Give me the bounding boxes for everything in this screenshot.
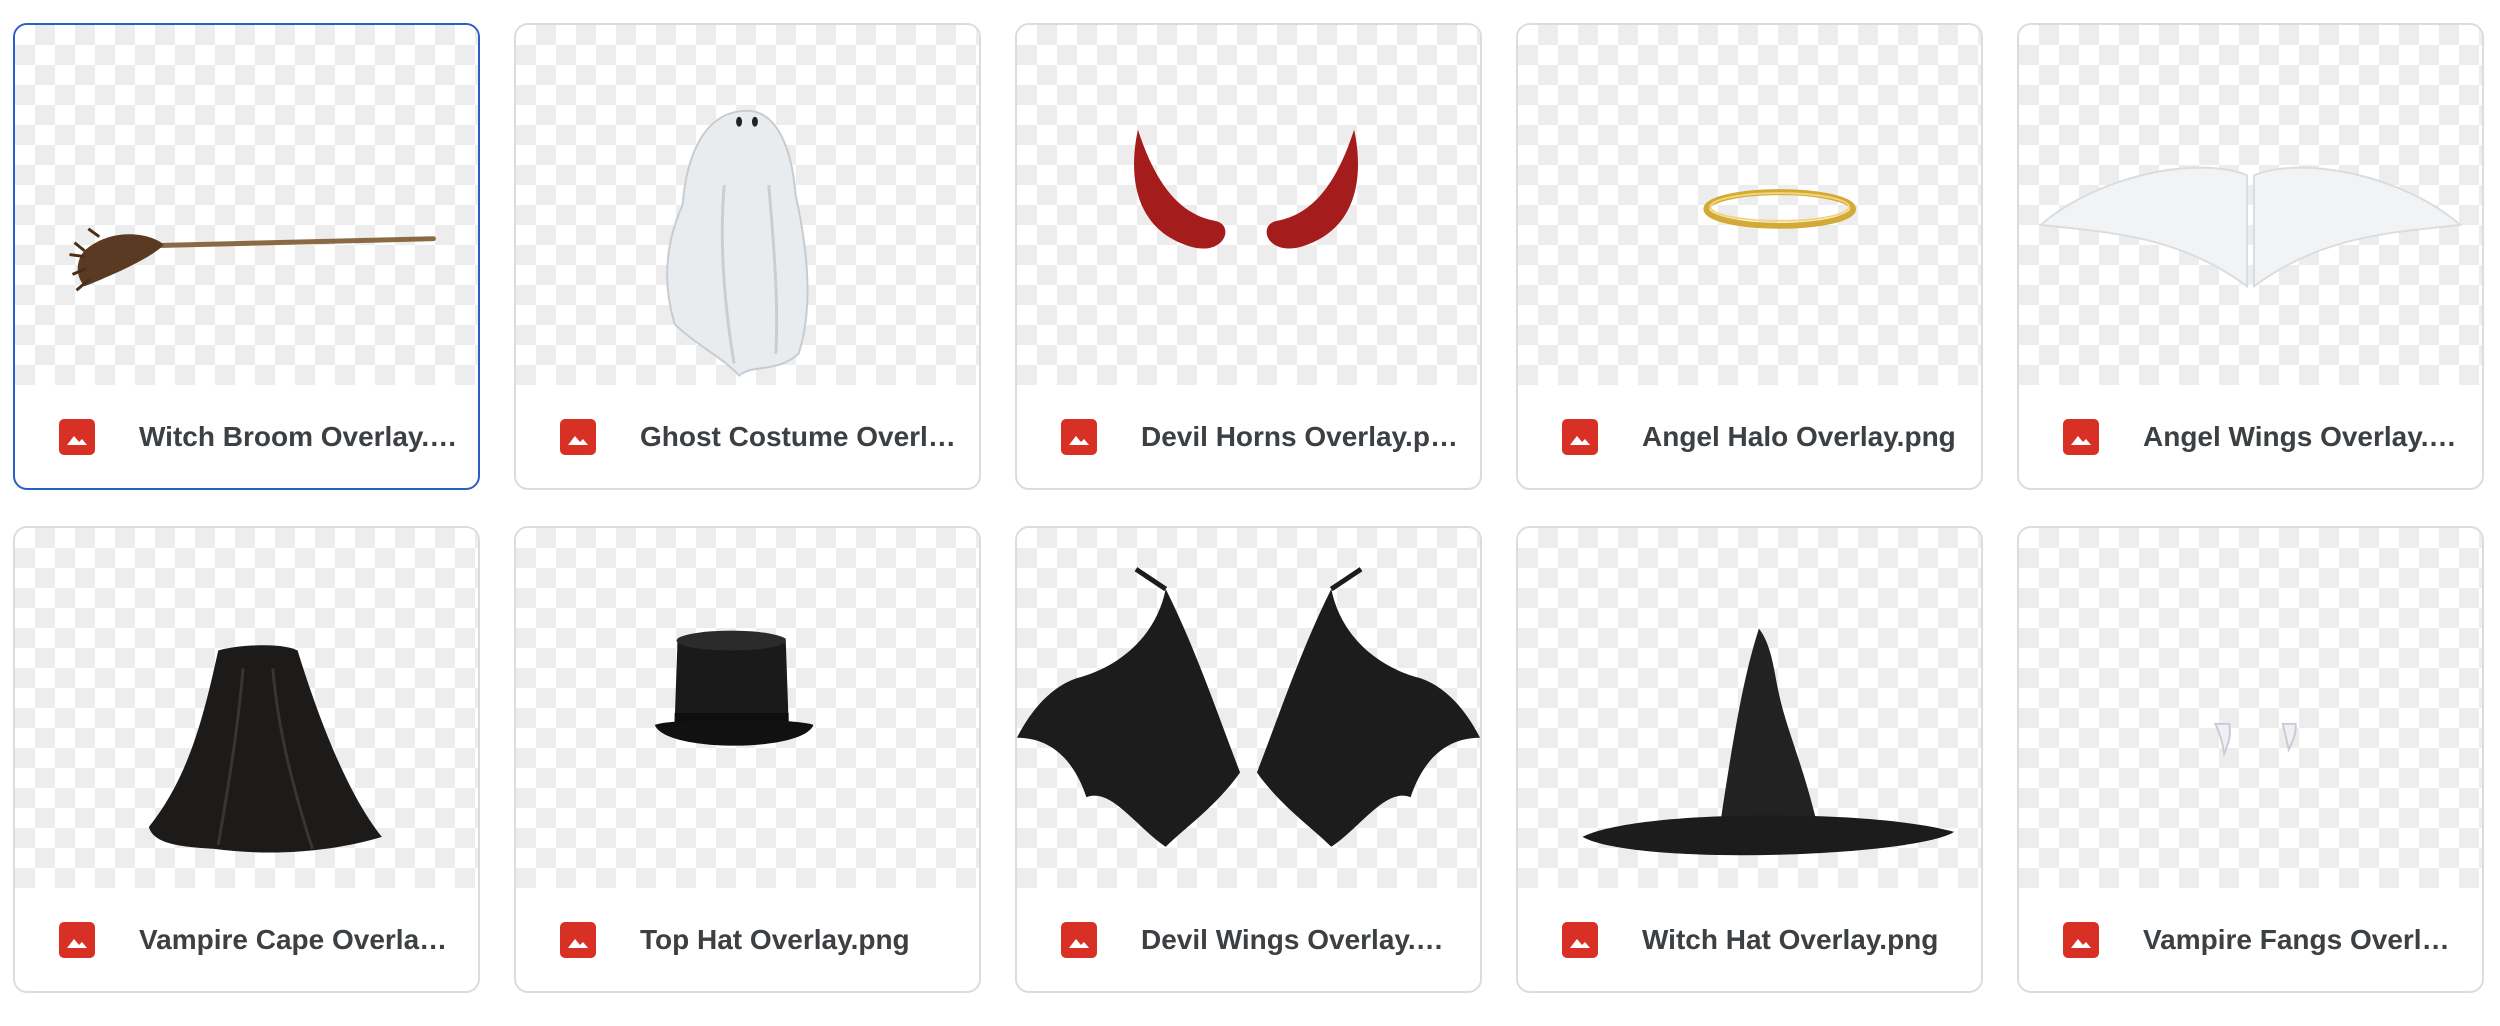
image-file-icon (1562, 921, 1598, 958)
file-tile-devil-horns[interactable]: Devil Horns Overlay.png (1015, 23, 1482, 490)
thumbnail-devil-wings (1017, 528, 1480, 888)
image-file-icon (560, 921, 596, 958)
file-tile-witch-broom[interactable]: Witch Broom Overlay.p... (13, 23, 480, 490)
image-file-icon (59, 418, 95, 455)
file-caption: Vampire Fangs Overlay... (2019, 888, 2482, 991)
file-name: Angel Halo Overlay.png (1642, 420, 1956, 452)
file-tile-angel-halo[interactable]: Angel Halo Overlay.png (1516, 23, 1983, 490)
file-caption: Angel Halo Overlay.png (1518, 385, 1981, 488)
file-caption: Angel Wings Overlay.p... (2019, 385, 2482, 488)
file-caption: Witch Hat Overlay.png (1518, 888, 1981, 991)
image-file-icon (560, 418, 596, 455)
file-grid: Witch Broom Overlay.p... Ghost Costume O… (13, 23, 2484, 993)
thumbnail-angel-wings (2019, 25, 2482, 385)
image-file-icon (2063, 921, 2099, 958)
thumbnail-angel-halo (1518, 25, 1981, 385)
file-tile-top-hat[interactable]: Top Hat Overlay.png (514, 526, 981, 993)
file-caption: Devil Horns Overlay.png (1017, 385, 1480, 488)
thumbnail-top-hat (516, 528, 979, 888)
thumbnail-ghost-costume (516, 25, 979, 385)
image-file-icon (1061, 921, 1097, 958)
file-tile-vampire-fangs[interactable]: Vampire Fangs Overlay... (2017, 526, 2484, 993)
thumbnail-witch-hat (1518, 528, 1981, 888)
file-tile-devil-wings[interactable]: Devil Wings Overlay.png (1015, 526, 1482, 993)
thumbnail-devil-horns (1017, 25, 1480, 385)
thumbnail-witch-broom (15, 25, 478, 385)
file-name: Witch Broom Overlay.p... (139, 420, 458, 452)
file-caption: Witch Broom Overlay.p... (15, 385, 478, 488)
image-file-icon (59, 921, 95, 958)
file-caption: Top Hat Overlay.png (516, 888, 979, 991)
thumbnail-vampire-fangs (2019, 528, 2482, 888)
file-caption: Devil Wings Overlay.png (1017, 888, 1480, 991)
file-name: Devil Horns Overlay.png (1141, 420, 1460, 452)
thumbnail-vampire-cape (15, 528, 478, 888)
file-name: Top Hat Overlay.png (640, 923, 910, 955)
file-name: Witch Hat Overlay.png (1642, 923, 1939, 955)
file-tile-angel-wings[interactable]: Angel Wings Overlay.p... (2017, 23, 2484, 490)
file-tile-ghost-costume[interactable]: Ghost Costume Overla... (514, 23, 981, 490)
file-name: Vampire Fangs Overlay... (2143, 923, 2462, 955)
image-file-icon (1562, 418, 1598, 455)
file-tile-witch-hat[interactable]: Witch Hat Overlay.png (1516, 526, 1983, 993)
file-caption: Ghost Costume Overla... (516, 385, 979, 488)
file-name: Vampire Cape Overlay.... (139, 923, 458, 955)
file-tile-vampire-cape[interactable]: Vampire Cape Overlay.... (13, 526, 480, 993)
file-caption: Vampire Cape Overlay.... (15, 888, 478, 991)
file-name: Devil Wings Overlay.png (1141, 923, 1460, 955)
file-name: Ghost Costume Overla... (640, 420, 959, 452)
file-name: Angel Wings Overlay.p... (2143, 420, 2462, 452)
image-file-icon (1061, 418, 1097, 455)
image-file-icon (2063, 418, 2099, 455)
